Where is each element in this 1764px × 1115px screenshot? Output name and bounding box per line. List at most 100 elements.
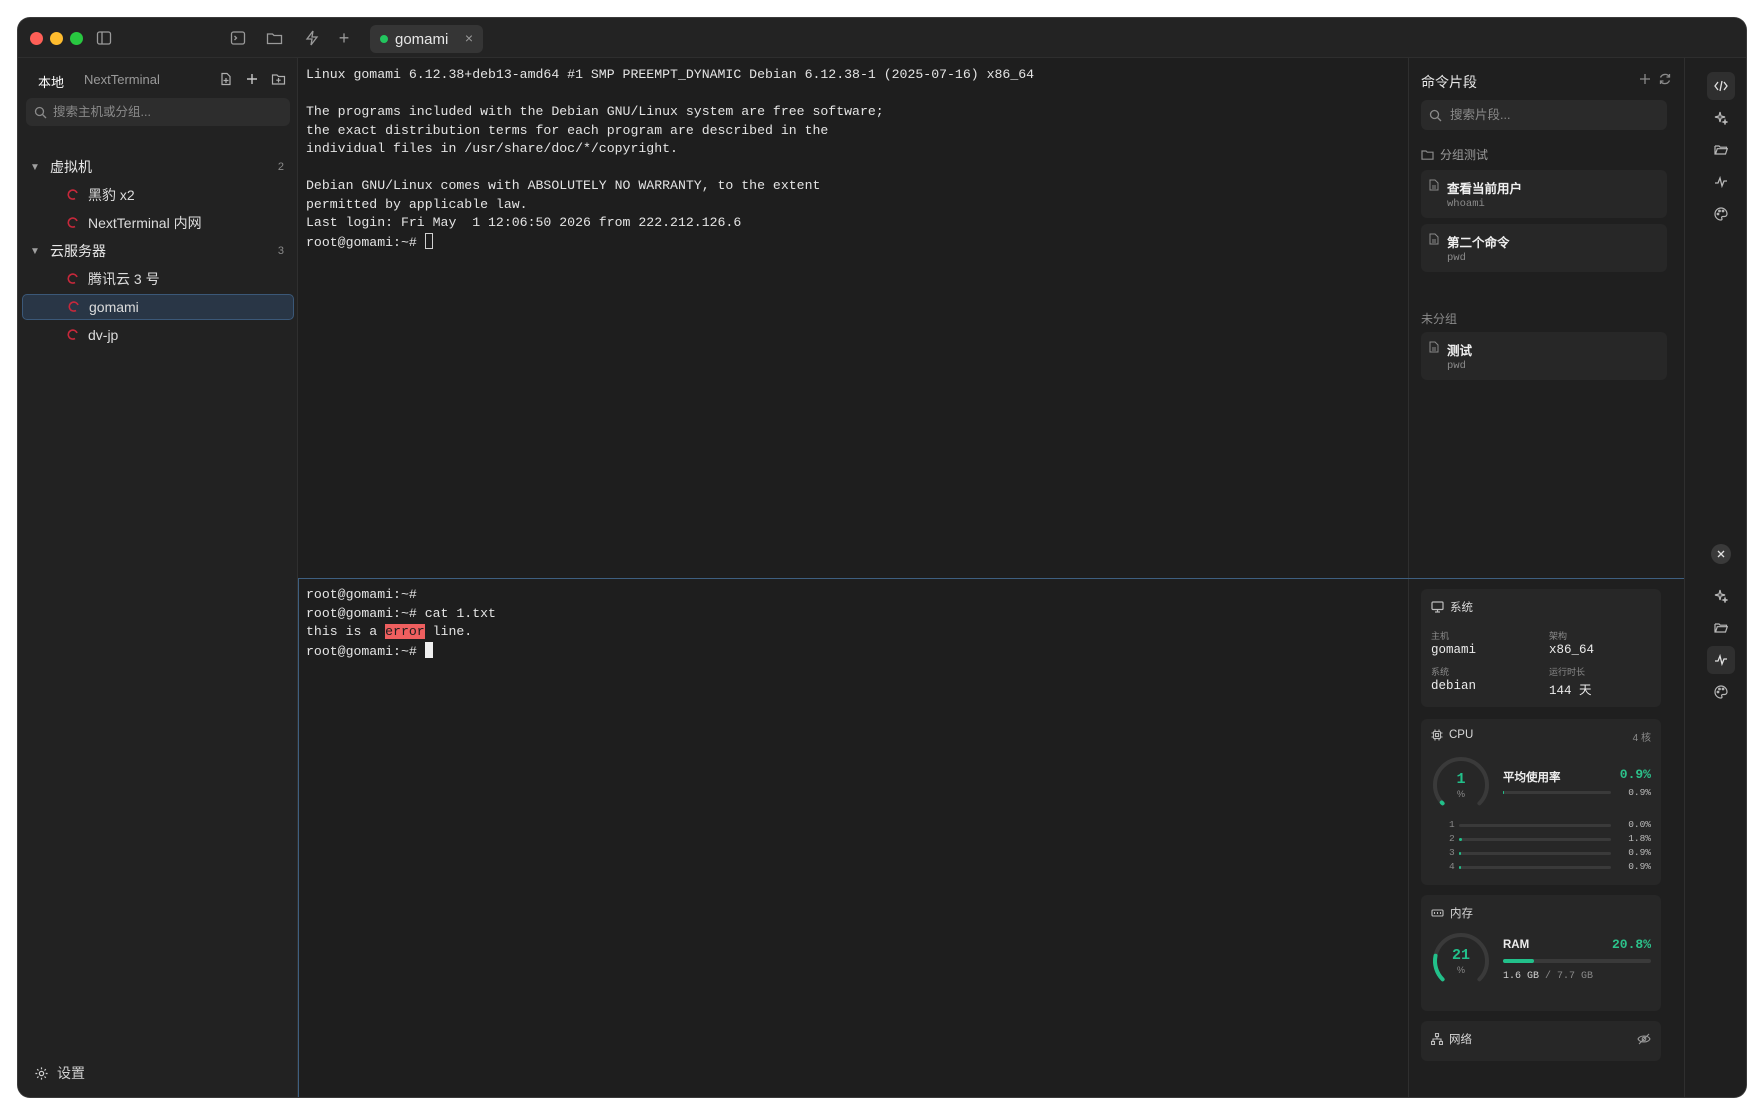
debian-icon	[67, 217, 78, 228]
add-snippet-icon[interactable]	[1638, 72, 1652, 91]
tab-nextterminal[interactable]: NextTerminal	[84, 72, 160, 91]
core-fill	[1459, 838, 1462, 841]
eye-off-icon[interactable]	[1637, 1033, 1651, 1045]
core-value: 0.0%	[1628, 819, 1651, 830]
network-card-title: 网络	[1431, 1031, 1472, 1047]
import-icon[interactable]	[217, 70, 235, 88]
snippet-search	[1421, 100, 1667, 130]
activity-icon	[1715, 654, 1727, 666]
ungrouped-label: 未分组	[1421, 312, 1458, 326]
snippet-group-header[interactable]: 分组测试	[1421, 146, 1488, 163]
snippet-item[interactable]: 第二个命令 pwd	[1421, 224, 1667, 272]
group-count: 3	[277, 245, 284, 257]
settings-button[interactable]: 设置	[34, 1063, 85, 1083]
theme-rail-button-lower[interactable]	[1707, 678, 1735, 706]
monitor-rail-button-lower[interactable]	[1707, 646, 1735, 674]
host-item[interactable]: 腾讯云 3 号	[22, 266, 294, 292]
host-name: gomami	[89, 299, 139, 315]
os-label: 系统	[1431, 667, 1450, 677]
snippets-rail-button[interactable]	[1707, 72, 1735, 100]
uptime-value: 144 天	[1549, 684, 1592, 698]
add-folder-icon[interactable]	[269, 70, 287, 88]
sidebar-tools	[217, 70, 287, 88]
lightning-icon[interactable]	[300, 26, 324, 50]
host-search	[26, 98, 290, 126]
close-tab-icon[interactable]: ×	[465, 30, 473, 46]
files-rail-button-lower[interactable]	[1707, 614, 1735, 642]
close-window-button[interactable]	[30, 32, 43, 45]
host-name: dv-jp	[88, 327, 119, 343]
refresh-icon[interactable]	[1658, 72, 1672, 91]
group-virtual-machines[interactable]: ▼ 虚拟机 2	[18, 154, 298, 180]
terminal-cursor	[424, 232, 433, 249]
theme-rail-button[interactable]	[1707, 200, 1735, 228]
host-item[interactable]: 黑豹 x2	[22, 182, 294, 208]
terminal-line-post: line.	[424, 624, 473, 639]
group-cloud-servers[interactable]: ▼ 云服务器 3	[18, 238, 298, 264]
core-index: 2	[1449, 833, 1455, 844]
file-icon	[1429, 341, 1439, 353]
settings-label: 设置	[57, 1065, 85, 1081]
files-rail-button[interactable]	[1707, 136, 1735, 164]
folder-open-icon	[1714, 623, 1728, 633]
zoom-window-button[interactable]	[70, 32, 83, 45]
search-icon	[1429, 109, 1442, 121]
terminal-top[interactable]: Linux gomami 6.12.38+deb13-amd64 #1 SMP …	[306, 66, 1034, 252]
terminal-line: The programs included with the Debian GN…	[306, 104, 884, 119]
palette-icon	[1714, 207, 1728, 221]
terminal-line: individual files in /usr/share/doc/*/cop…	[306, 141, 678, 156]
tab-local[interactable]: 本地	[38, 72, 64, 91]
host-item-selected[interactable]: gomami	[22, 294, 294, 320]
folder-icon[interactable]	[262, 26, 286, 50]
host-name: 黑豹 x2	[88, 187, 135, 203]
close-pane-button[interactable]	[1711, 544, 1731, 564]
core-bar	[1459, 852, 1611, 855]
gear-icon	[35, 1066, 48, 1080]
arch-value: x86_64	[1549, 643, 1595, 657]
terminal-line: root@gomami:~#	[306, 587, 417, 602]
ai-rail-button-lower[interactable]	[1707, 582, 1735, 610]
cpu-card-title: CPU	[1431, 729, 1473, 741]
minimize-window-button[interactable]	[50, 32, 63, 45]
cpu-icon	[1431, 729, 1443, 741]
new-tab-icon[interactable]: +	[332, 26, 356, 50]
snippet-item[interactable]: 测试 pwd	[1421, 332, 1667, 380]
host-label: 主机	[1431, 631, 1450, 641]
terminal-line: Linux gomami 6.12.38+deb13-amd64 #1 SMP …	[306, 67, 1035, 82]
activity-icon	[1715, 176, 1727, 188]
debian-icon	[67, 189, 78, 200]
network-card: 网络	[1421, 1021, 1661, 1061]
snippets-tools	[1638, 72, 1672, 91]
sidebar-toggle-icon[interactable]	[92, 26, 116, 50]
host-value: gomami	[1431, 643, 1477, 657]
os-value: debian	[1431, 679, 1477, 693]
host-item[interactable]: NextTerminal 内网	[22, 210, 294, 236]
tab-gomami[interactable]: gomami ×	[370, 25, 483, 53]
title-bar: + gomami ×	[18, 18, 1746, 58]
host-item[interactable]: dv-jp	[22, 322, 294, 348]
group-count: 2	[277, 161, 284, 173]
ram-separator: /	[1545, 971, 1552, 982]
palette-icon	[1714, 685, 1728, 699]
terminal-line: the exact distribution terms for each pr…	[306, 122, 829, 138]
ram-used: 1.6 GB	[1503, 971, 1540, 982]
arch-label: 架构	[1549, 631, 1568, 641]
terminal-line-pre: this is a	[306, 624, 386, 639]
online-status-icon	[380, 35, 388, 43]
monitor-rail-button[interactable]	[1707, 168, 1735, 196]
core-bar	[1459, 866, 1611, 869]
debian-icon	[67, 273, 78, 284]
cpu-avg-fill	[1503, 791, 1504, 794]
terminal-bottom[interactable]: root@gomami:~# root@gomami:~# cat 1.txt …	[306, 586, 496, 661]
terminal-icon[interactable]	[226, 26, 250, 50]
host-search-input[interactable]	[53, 105, 273, 119]
add-host-icon[interactable]	[243, 70, 261, 88]
core-value: 1.8%	[1628, 833, 1651, 844]
debian-icon	[68, 301, 79, 312]
ai-rail-button[interactable]	[1707, 104, 1735, 132]
memory-card: 内存 21 % RAM 20.8% 1.6 GB / 7.7 GB	[1421, 895, 1661, 1011]
snippet-search-input[interactable]	[1450, 108, 1650, 122]
snippet-item[interactable]: 查看当前用户 whoami	[1421, 170, 1667, 218]
core-fill	[1459, 852, 1461, 855]
file-icon	[1429, 179, 1439, 191]
